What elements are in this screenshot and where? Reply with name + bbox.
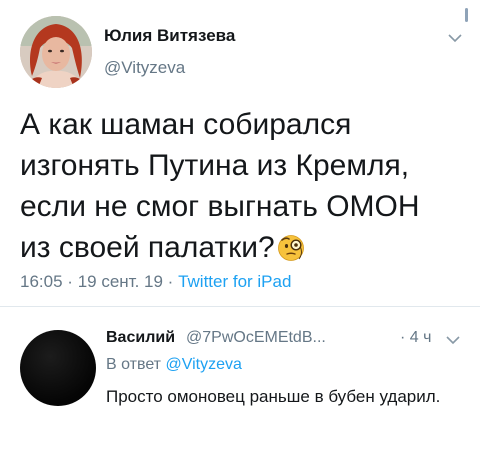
tweet-date[interactable]: 19 сент. 19 (78, 272, 163, 291)
chevron-down-icon[interactable] (448, 33, 462, 43)
main-tweet[interactable]: Юлия Витязева @Vityzeva А как шаман соби… (0, 0, 480, 306)
reply-to-mention-link[interactable]: @Vityzeva (165, 356, 241, 373)
reply-text: Просто омоновец раньше в бубен ударил. (106, 387, 441, 406)
author-name[interactable]: Юлия Витязева (104, 26, 235, 46)
tweet-text-line: изгонять Путина из Кремля, (20, 149, 410, 182)
meta-separator: · (67, 272, 73, 291)
author-handle[interactable]: @Vityzeva (104, 58, 185, 78)
twitter-thread-screen: Юлия Витязева @Vityzeva А как шаман соби… (0, 0, 480, 462)
tweet-text-line: из своей палатки? (20, 227, 460, 268)
avatar-photo-icon (20, 16, 92, 88)
avatar[interactable] (20, 16, 92, 88)
tweet-text: А как шаман собирался изгонять Путина из… (20, 104, 460, 268)
reply-time[interactable]: · 4 ч (400, 329, 431, 347)
face-with-monocle-icon (277, 235, 304, 261)
tweet-time[interactable]: 16:05 (20, 272, 63, 291)
reply-to-line: В ответ @Vityzeva (106, 356, 242, 374)
reply-author-handle[interactable]: @7PwOcEMEtdB... (186, 329, 326, 347)
tweet-text-line-end: из своей палатки? (20, 231, 275, 264)
tweet-text-line: если не смог выгнать ОМОН (20, 190, 420, 223)
divider (0, 306, 480, 307)
avatar[interactable] (20, 330, 96, 406)
tweet-source-link[interactable]: Twitter for iPad (178, 272, 291, 291)
reply-to-label: В ответ (106, 356, 162, 373)
chevron-down-icon[interactable] (446, 335, 460, 345)
meta-separator: · (167, 272, 174, 291)
reply-author-name[interactable]: Василий (106, 329, 175, 347)
tweet-metadata: 16:05 · 19 сент. 19 · Twitter for iPad (20, 272, 291, 292)
tweet-text-line: А как шаман собирался (20, 108, 352, 141)
